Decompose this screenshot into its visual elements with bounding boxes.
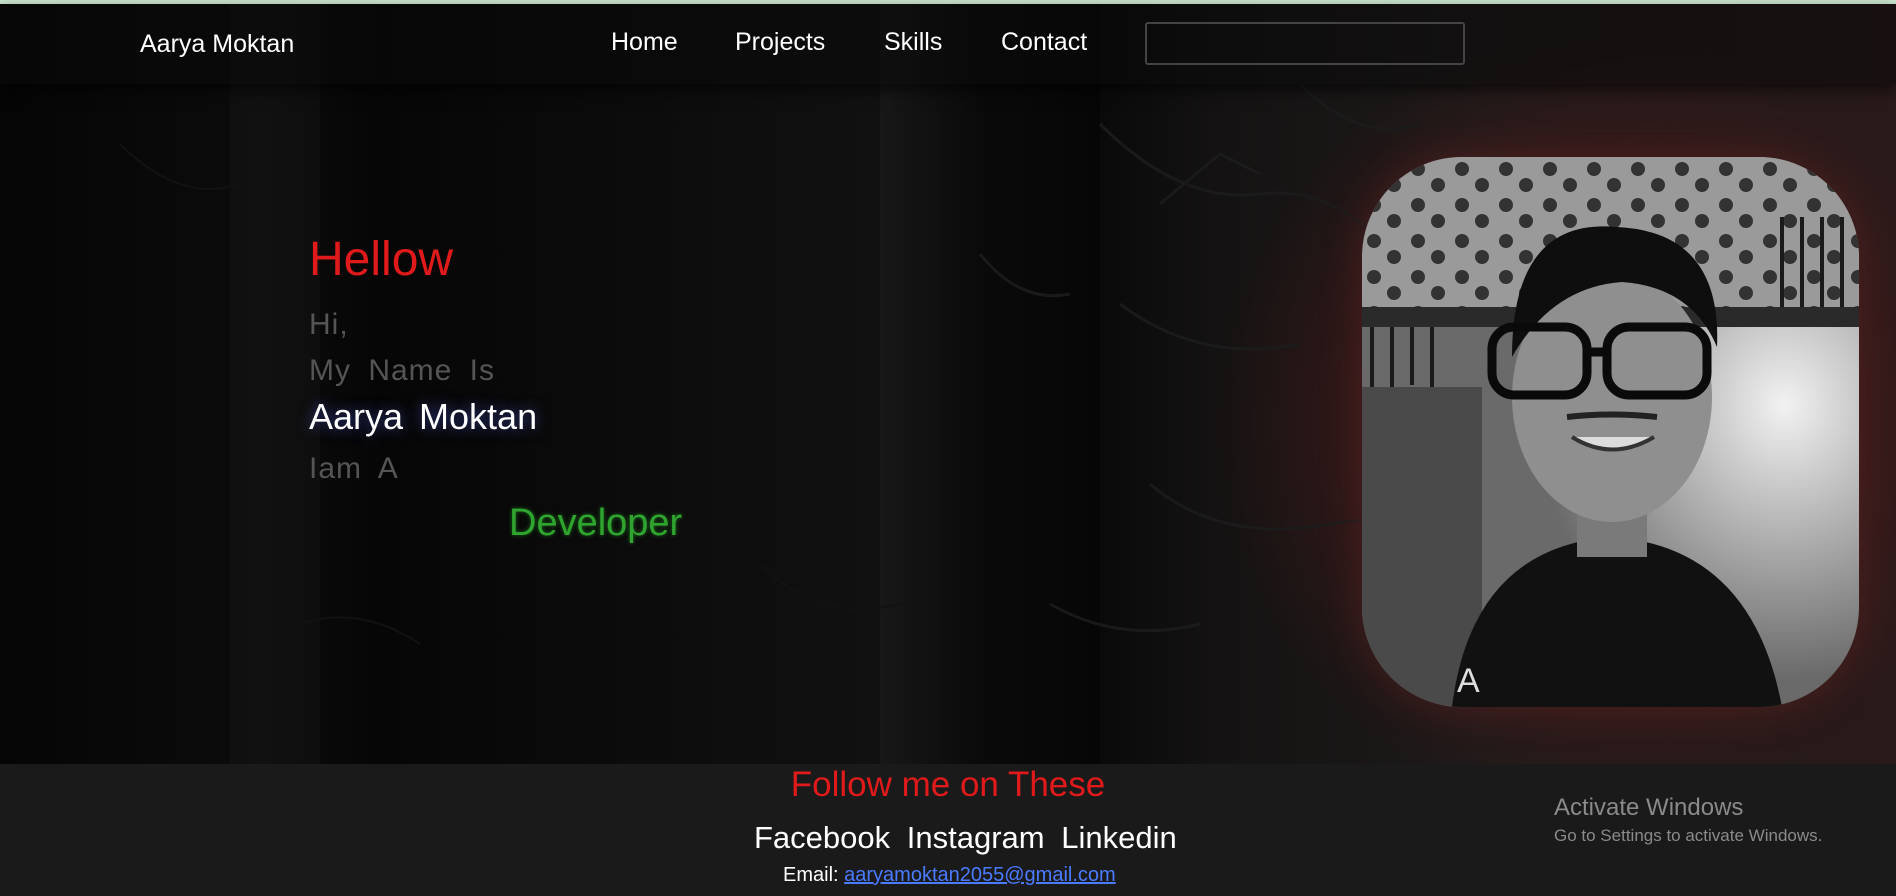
email-label: Email: bbox=[783, 864, 839, 886]
social-link-linkedin[interactable]: Linkedin bbox=[1061, 820, 1176, 855]
social-link-instagram[interactable]: Instagram bbox=[907, 820, 1045, 855]
nav-link-skills[interactable]: Skills bbox=[884, 28, 942, 57]
activate-windows-watermark: Activate Windows Go to Settings to activ… bbox=[1554, 794, 1822, 846]
activate-windows-subtitle: Go to Settings to activate Windows. bbox=[1554, 826, 1823, 845]
activate-windows-title: Activate Windows bbox=[1554, 794, 1744, 821]
email-row: Email: aaryamoktan2055@gmail.com bbox=[783, 864, 1116, 887]
hero-hi: Hi, bbox=[309, 308, 349, 341]
hero-intro: My Name Is bbox=[309, 354, 496, 387]
nav-link-contact[interactable]: Contact bbox=[1001, 28, 1087, 57]
social-links: Facebook Instagram Linkedin bbox=[754, 820, 1185, 856]
nav-link-home[interactable]: Home bbox=[611, 28, 678, 57]
hero-name: Aarya Moktan bbox=[309, 396, 538, 437]
hero-greeting: Hellow bbox=[309, 233, 454, 286]
shirt-logo: A bbox=[1457, 662, 1480, 700]
email-link[interactable]: aaryamoktan2055@gmail.com bbox=[844, 864, 1116, 886]
navbar: Aarya Moktan Home Projects Skills Contac… bbox=[0, 4, 1896, 84]
social-link-facebook[interactable]: Facebook bbox=[754, 820, 890, 855]
profile-photo-illustration: A bbox=[1362, 157, 1859, 707]
nav-link-projects[interactable]: Projects bbox=[735, 28, 825, 57]
profile-photo: A bbox=[1362, 157, 1859, 707]
brand-name[interactable]: Aarya Moktan bbox=[140, 30, 294, 59]
hero-role: Developer bbox=[509, 502, 683, 544]
search-input[interactable] bbox=[1145, 22, 1465, 65]
hero-iam: Iam A bbox=[309, 452, 399, 485]
